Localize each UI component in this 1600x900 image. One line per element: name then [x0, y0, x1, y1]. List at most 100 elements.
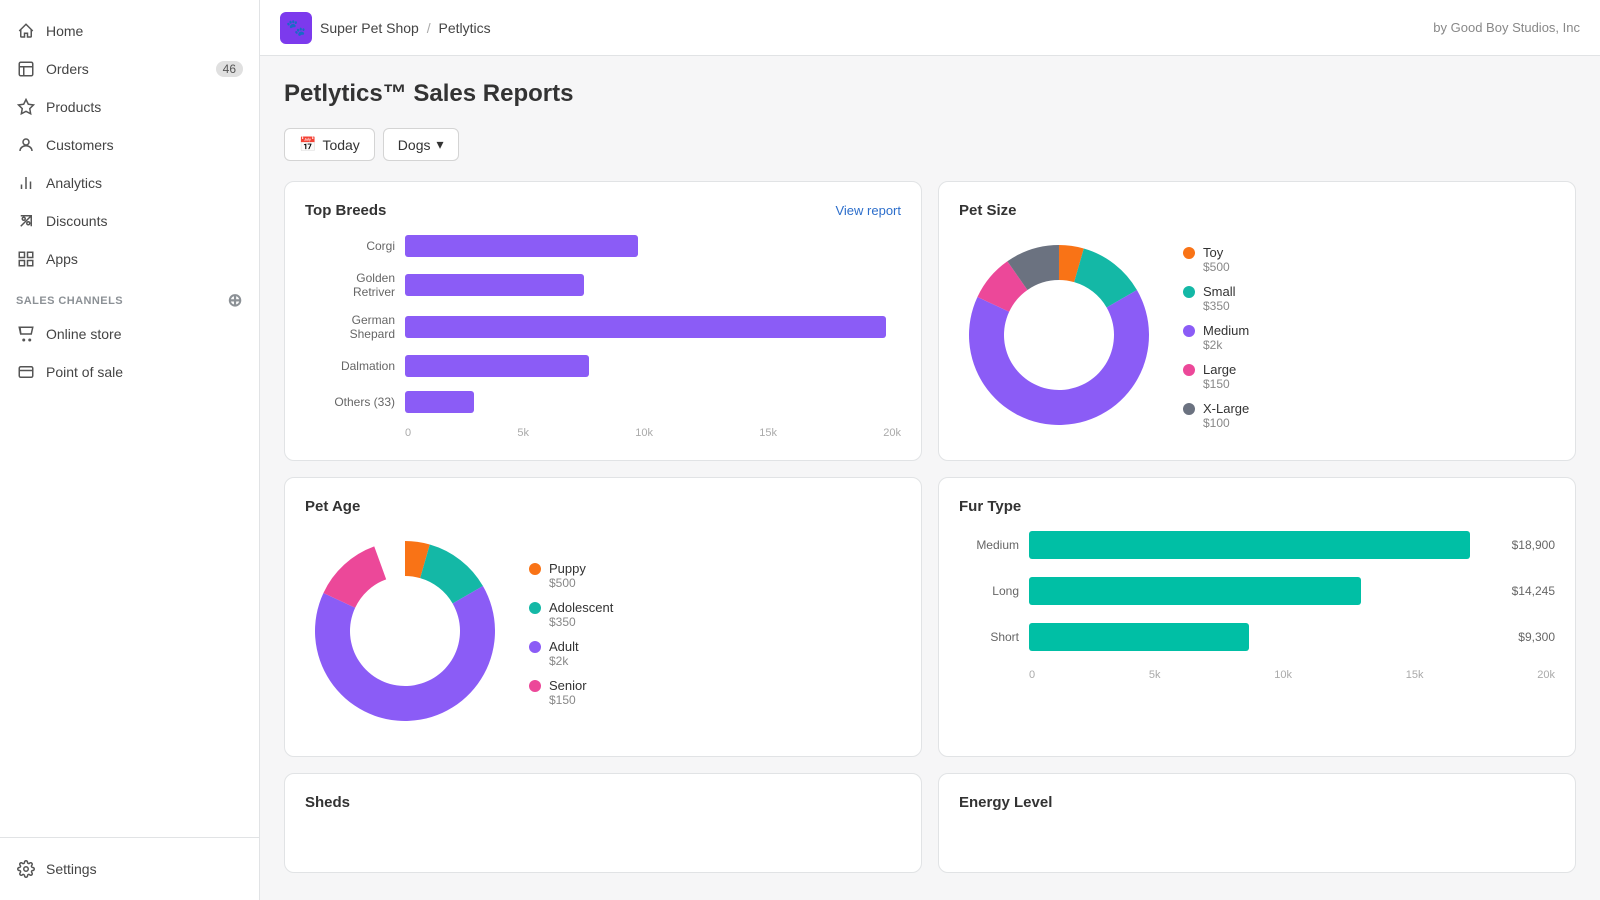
main-area: 🐾 Super Pet Shop / Petlytics by Good Boy… — [260, 0, 1600, 900]
legend-item: Adult $2k — [529, 639, 613, 668]
legend-item: Large $150 — [1183, 362, 1249, 391]
pet-size-header: Pet Size — [959, 202, 1555, 219]
sales-channels-header: SALES CHANNELS ⊕ — [0, 278, 259, 315]
donut-segment — [969, 290, 1149, 425]
legend-dot — [1183, 364, 1195, 376]
legend-dot — [529, 641, 541, 653]
legend-value: $350 — [1203, 299, 1236, 313]
bar-row: Dalmation — [305, 355, 901, 377]
hbar-track — [1029, 531, 1496, 559]
hbar-row: Long$14,245 — [959, 577, 1555, 605]
legend-text: Toy $500 — [1203, 245, 1230, 274]
legend-item: Medium $2k — [1183, 323, 1249, 352]
pet-age-donut-container: Puppy $500 Adolescent $350 Adult $2k Sen… — [305, 531, 901, 736]
sidebar-item-analytics[interactable]: Analytics — [0, 164, 259, 202]
sidebar-item-settings[interactable]: Settings — [0, 850, 259, 888]
sidebar-nav: Home Orders 46 Products Customers Anal — [0, 0, 259, 837]
legend-item: X-Large $100 — [1183, 401, 1249, 430]
orders-badge: 46 — [216, 61, 243, 77]
sidebar-item-customers[interactable]: Customers — [0, 126, 259, 164]
sidebar-item-products[interactable]: Products — [0, 88, 259, 126]
legend-dot — [1183, 325, 1195, 337]
bar-fill — [405, 391, 474, 413]
pet-age-header: Pet Age — [305, 498, 901, 515]
bar-row: Others (33) — [305, 391, 901, 413]
bar-row: Corgi — [305, 235, 901, 257]
legend-dot — [1183, 247, 1195, 259]
top-breeds-card: Top Breeds View report Corgi Golden Retri… — [284, 181, 922, 461]
chevron-down-icon: ▾ — [436, 136, 443, 153]
legend-name: Medium — [1203, 323, 1249, 338]
page-content: Petlytics™ Sales Reports 📅 Today Dogs ▾ … — [260, 56, 1600, 900]
bar-fill — [405, 274, 584, 296]
today-button[interactable]: 📅 Today — [284, 128, 375, 161]
pet-age-card: Pet Age Puppy $500 Adolescent $350 Adult — [284, 477, 922, 757]
bar-row: German Shepard — [305, 313, 901, 341]
legend-item: Puppy $500 — [529, 561, 613, 590]
pet-age-donut — [305, 531, 505, 736]
hbar-fill — [1029, 531, 1470, 559]
legend-value: $100 — [1203, 416, 1249, 430]
legend-value: $500 — [1203, 260, 1230, 274]
pet-size-donut — [959, 235, 1159, 440]
bar-label: Others (33) — [305, 395, 395, 409]
products-icon — [16, 97, 36, 117]
bar-track — [405, 355, 901, 377]
bar-fill — [405, 316, 886, 338]
legend-value: $150 — [549, 693, 587, 707]
sidebar-item-label: Point of sale — [46, 364, 123, 380]
sidebar-item-home[interactable]: Home — [0, 12, 259, 50]
analytics-icon — [16, 173, 36, 193]
breadcrumb-separator: / — [427, 20, 431, 36]
sidebar-item-apps[interactable]: Apps — [0, 240, 259, 278]
sidebar-item-point-of-sale[interactable]: Point of sale — [0, 353, 259, 391]
sidebar-item-label: Analytics — [46, 175, 102, 191]
bar-axis: 05k10k15k20k — [305, 427, 901, 439]
sidebar-item-label: Apps — [46, 251, 78, 267]
hbar-row: Medium$18,900 — [959, 531, 1555, 559]
legend-dot — [529, 602, 541, 614]
sidebar-item-label: Home — [46, 23, 83, 39]
legend-text: Large $150 — [1203, 362, 1236, 391]
hbar-fill — [1029, 623, 1249, 651]
filter-dropdown[interactable]: Dogs ▾ — [383, 128, 459, 161]
bar-track — [405, 274, 901, 296]
legend-value: $2k — [1203, 338, 1249, 352]
top-breeds-header: Top Breeds View report — [305, 202, 901, 219]
pet-size-legend: Toy $500 Small $350 Medium $2k Large $15… — [1183, 245, 1249, 430]
view-report-link[interactable]: View report — [835, 203, 901, 218]
breadcrumb-store: Super Pet Shop — [320, 20, 419, 36]
bar-label: Golden Retriver — [305, 271, 395, 299]
sidebar-item-online-store[interactable]: Online store — [0, 315, 259, 353]
top-breeds-chart: Corgi Golden Retriver German Shepard Dalmat… — [305, 235, 901, 413]
app-header: 🐾 Super Pet Shop / Petlytics by Good Boy… — [260, 0, 1600, 56]
legend-name: Large — [1203, 362, 1236, 377]
sheds-title: Sheds — [305, 794, 350, 811]
fur-type-header: Fur Type — [959, 498, 1555, 515]
breadcrumb-app: Petlytics — [439, 20, 491, 36]
fur-axis: 05k10k15k20k — [959, 669, 1555, 681]
hbar-label: Short — [959, 630, 1019, 644]
app-logo: 🐾 — [280, 12, 312, 44]
legend-item: Adolescent $350 — [529, 600, 613, 629]
sidebar-footer: Settings — [0, 837, 259, 900]
legend-text: Senior $150 — [549, 678, 587, 707]
sidebar-item-orders[interactable]: Orders 46 — [0, 50, 259, 88]
discounts-icon — [16, 211, 36, 231]
sidebar-item-discounts[interactable]: Discounts — [0, 202, 259, 240]
pos-icon — [16, 362, 36, 382]
add-channel-icon[interactable]: ⊕ — [227, 290, 243, 311]
legend-item: Senior $150 — [529, 678, 613, 707]
donut-segment — [315, 586, 495, 721]
pet-age-legend: Puppy $500 Adolescent $350 Adult $2k Sen… — [529, 561, 613, 707]
hbar-value: $14,245 — [1512, 584, 1555, 598]
bar-track — [405, 235, 901, 257]
bar-fill — [405, 235, 638, 257]
hbar-value: $18,900 — [1512, 538, 1555, 552]
page-title: Petlytics™ Sales Reports — [284, 80, 1576, 108]
legend-dot — [529, 680, 541, 692]
calendar-icon: 📅 — [299, 136, 316, 153]
legend-text: Adolescent $350 — [549, 600, 613, 629]
legend-item: Small $350 — [1183, 284, 1249, 313]
sheds-card: Sheds — [284, 773, 922, 873]
